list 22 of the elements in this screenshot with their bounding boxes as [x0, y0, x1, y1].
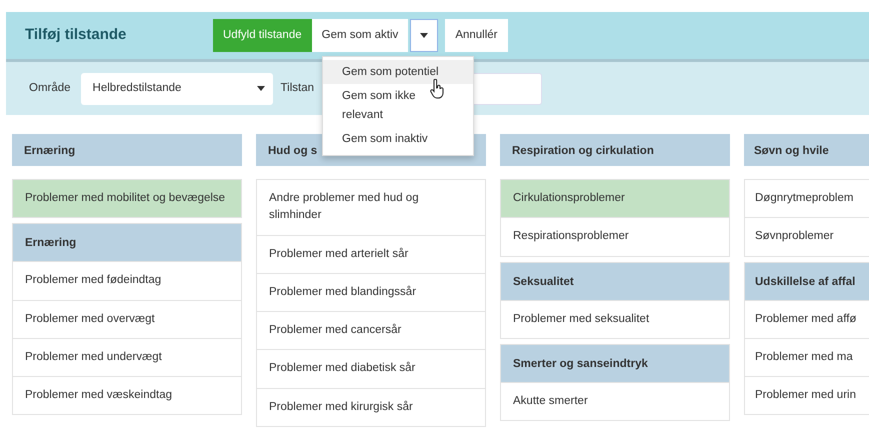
- condition-item[interactable]: Problemer med mobilitet og bevægelse: [13, 180, 241, 218]
- cancel-button[interactable]: Annullér: [445, 19, 508, 52]
- save-button[interactable]: Gem som aktiv: [312, 19, 408, 52]
- condition-label: Tilstan: [280, 80, 314, 96]
- group-header: Seksualitet: [501, 262, 729, 300]
- hand-cursor-icon: [430, 79, 444, 99]
- menu-item[interactable]: Gem som ikke relevant: [323, 84, 473, 128]
- area-select[interactable]: Helbredstilstande: [80, 72, 273, 104]
- condition-item[interactable]: Problemer med cancersår: [257, 311, 485, 350]
- group-header: Ernæring: [13, 224, 241, 262]
- column-header: Søvn og hvile: [744, 134, 869, 166]
- column-header: Respiration og cirkulation: [500, 134, 730, 166]
- column-header: Ernæring: [12, 134, 242, 166]
- group-header: Udskillelse af affal: [745, 262, 869, 300]
- menu-item[interactable]: Gem som potentiel: [323, 60, 473, 84]
- area-label: Område: [29, 80, 71, 96]
- caret-icon: [420, 33, 428, 38]
- page-title: Tilføj tilstande: [25, 25, 128, 46]
- condition-item[interactable]: Cirkulationsproblemer: [501, 180, 729, 218]
- group-header: Smerter og sanseindtryk: [501, 344, 729, 382]
- dropdown-toggle[interactable]: [410, 19, 438, 52]
- caret-icon: [256, 86, 265, 91]
